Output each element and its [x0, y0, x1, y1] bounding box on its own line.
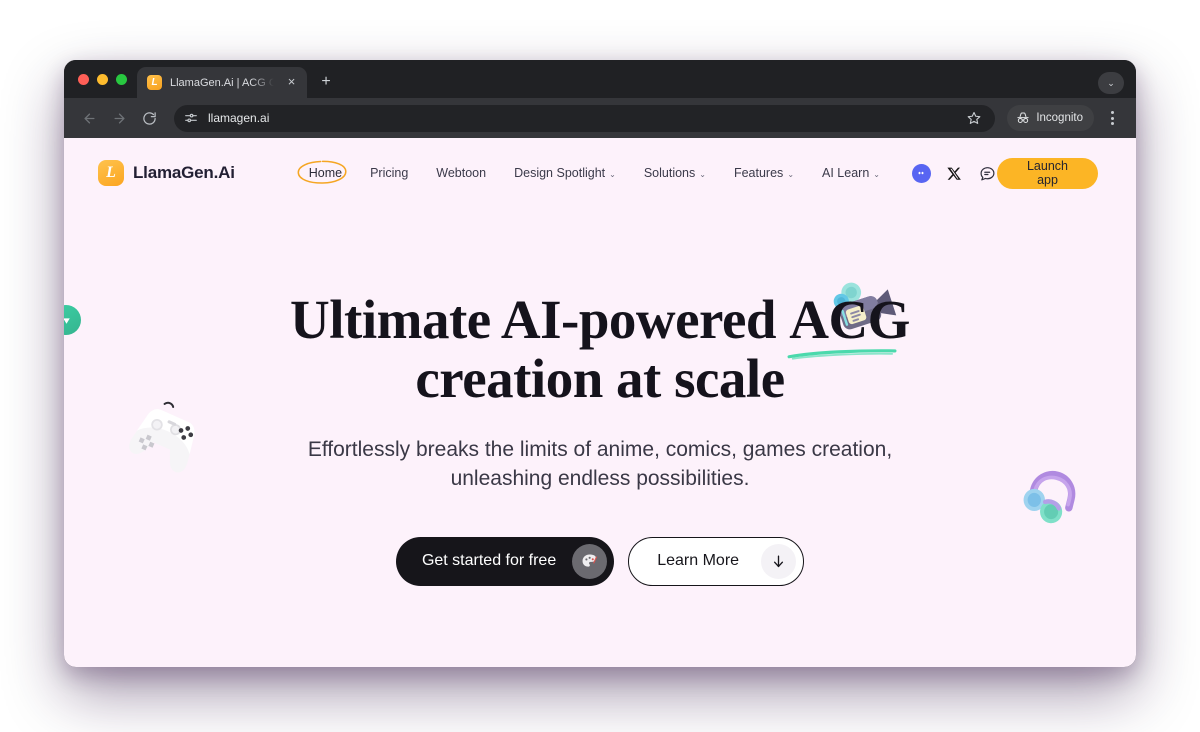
- site-settings-icon[interactable]: [183, 110, 199, 126]
- get-started-label: Get started for free: [421, 552, 557, 570]
- chevron-down-icon: ⌄: [699, 169, 706, 179]
- minimize-window-button[interactable]: [97, 73, 108, 85]
- tab-close-icon[interactable]: ×: [284, 75, 299, 90]
- hero-section: Ultimate AI-powered ACG creation at scal…: [64, 208, 1136, 586]
- brand-logo[interactable]: L LlamaGen.Ai: [98, 160, 235, 186]
- new-tab-button[interactable]: +: [313, 69, 339, 95]
- page-title: Ultimate AI-powered ACG creation at scal…: [290, 290, 910, 409]
- hero-title-highlight: ACG: [789, 289, 910, 350]
- underline-stroke-icon: [787, 349, 897, 361]
- nav-item-features-label: Features: [733, 166, 784, 180]
- discord-icon: [911, 163, 931, 183]
- discord-link[interactable]: [911, 163, 931, 183]
- nav-item-solutions[interactable]: Solutions ⌄: [630, 160, 720, 186]
- nav-item-pricing-label: Pricing: [370, 166, 409, 180]
- chevron-down-icon: ⌄: [787, 169, 795, 179]
- site-navigation: Home Pricing Webtoon Design Spotlight ⌄ …: [295, 160, 997, 186]
- x-twitter-link[interactable]: [945, 164, 964, 183]
- tab-title: LlamaGen.Ai | ACG Copilot fo: [170, 76, 276, 89]
- browser-window: L LlamaGen.Ai | ACG Copilot fo × + ⌄: [64, 60, 1136, 667]
- nav-item-ai-learn[interactable]: AI Learn ⌄: [808, 160, 894, 186]
- maximize-window-button[interactable]: [116, 73, 127, 85]
- x-twitter-icon: [947, 167, 961, 180]
- page-viewport: L LlamaGen.Ai Home Pricing Webtoon Desig…: [64, 138, 1136, 667]
- hero-subtitle-line2: unleashing endless possibilities.: [450, 466, 750, 490]
- tab-favicon-icon: L: [147, 75, 162, 90]
- chevron-down-icon: ⌄: [609, 169, 616, 179]
- close-window-button[interactable]: [78, 73, 89, 85]
- window-traffic-lights: [74, 60, 137, 98]
- nav-item-webtoon-label: Webtoon: [436, 166, 487, 180]
- hero-title-line2: creation at scale: [415, 348, 785, 410]
- social-links: [911, 163, 997, 183]
- hero-cta-row: Get started for free Learn More: [64, 536, 1136, 586]
- chat-link[interactable]: [978, 164, 997, 183]
- nav-item-home[interactable]: Home: [295, 160, 356, 186]
- learn-more-button[interactable]: Learn More: [628, 536, 805, 586]
- bookmark-star-icon[interactable]: [963, 107, 985, 129]
- play-triangle-icon: [64, 317, 70, 324]
- browser-tab[interactable]: L LlamaGen.Ai | ACG Copilot fo ×: [137, 67, 307, 98]
- brand-name: LlamaGen.Ai: [133, 163, 235, 182]
- desktop-background: L LlamaGen.Ai | ACG Copilot fo × + ⌄: [0, 0, 1200, 732]
- back-arrow-icon[interactable]: [76, 105, 102, 131]
- url-text: llamagen.ai: [208, 111, 270, 125]
- site-header: L LlamaGen.Ai Home Pricing Webtoon Desig…: [64, 138, 1136, 208]
- incognito-icon: [1017, 112, 1029, 123]
- arrow-down-icon: [761, 543, 797, 579]
- browser-tab-strip: L LlamaGen.Ai | ACG Copilot fo × + ⌄: [64, 60, 1136, 98]
- chevron-down-icon[interactable]: ⌄: [1098, 72, 1124, 94]
- nav-item-ai-learn-label: AI Learn: [822, 166, 870, 180]
- forward-arrow-icon[interactable]: [106, 105, 132, 131]
- llamagen-logo-icon: L: [98, 160, 124, 186]
- nav-item-webtoon[interactable]: Webtoon: [422, 160, 500, 186]
- incognito-indicator[interactable]: Incognito: [1007, 105, 1094, 131]
- tab-strip-right-controls: ⌄: [1098, 72, 1136, 98]
- nav-item-features[interactable]: Features ⌄: [720, 160, 808, 186]
- browser-toolbar: llamagen.ai Incognito: [64, 98, 1136, 138]
- browser-menu-icon[interactable]: [1100, 105, 1124, 131]
- learn-more-label: Learn More: [657, 552, 740, 570]
- palette-icon: [572, 543, 608, 579]
- chevron-down-icon: ⌄: [873, 169, 880, 179]
- nav-item-home-label: Home: [308, 166, 343, 180]
- nav-item-design-spotlight[interactable]: Design Spotlight ⌄: [500, 160, 630, 186]
- nav-item-solutions-label: Solutions: [643, 166, 696, 180]
- incognito-label: Incognito: [1036, 112, 1083, 124]
- hero-subtitle-line1: Effortlessly breaks the limits of anime,…: [307, 437, 893, 461]
- nav-item-pricing[interactable]: Pricing: [356, 160, 422, 186]
- launch-app-button[interactable]: Launch app: [996, 157, 1098, 189]
- hero-title-line1-pre: Ultimate AI-powered: [290, 289, 790, 350]
- hero-title-highlight-wrap: ACG: [787, 289, 910, 361]
- chat-bubble-icon: [980, 166, 995, 180]
- reload-icon[interactable]: [136, 105, 162, 131]
- hero-subtitle: Effortlessly breaks the limits of anime,…: [64, 436, 1136, 494]
- address-bar[interactable]: llamagen.ai: [174, 104, 996, 132]
- get-started-button[interactable]: Get started for free: [395, 536, 615, 586]
- nav-item-design-spotlight-label: Design Spotlight: [514, 166, 606, 180]
